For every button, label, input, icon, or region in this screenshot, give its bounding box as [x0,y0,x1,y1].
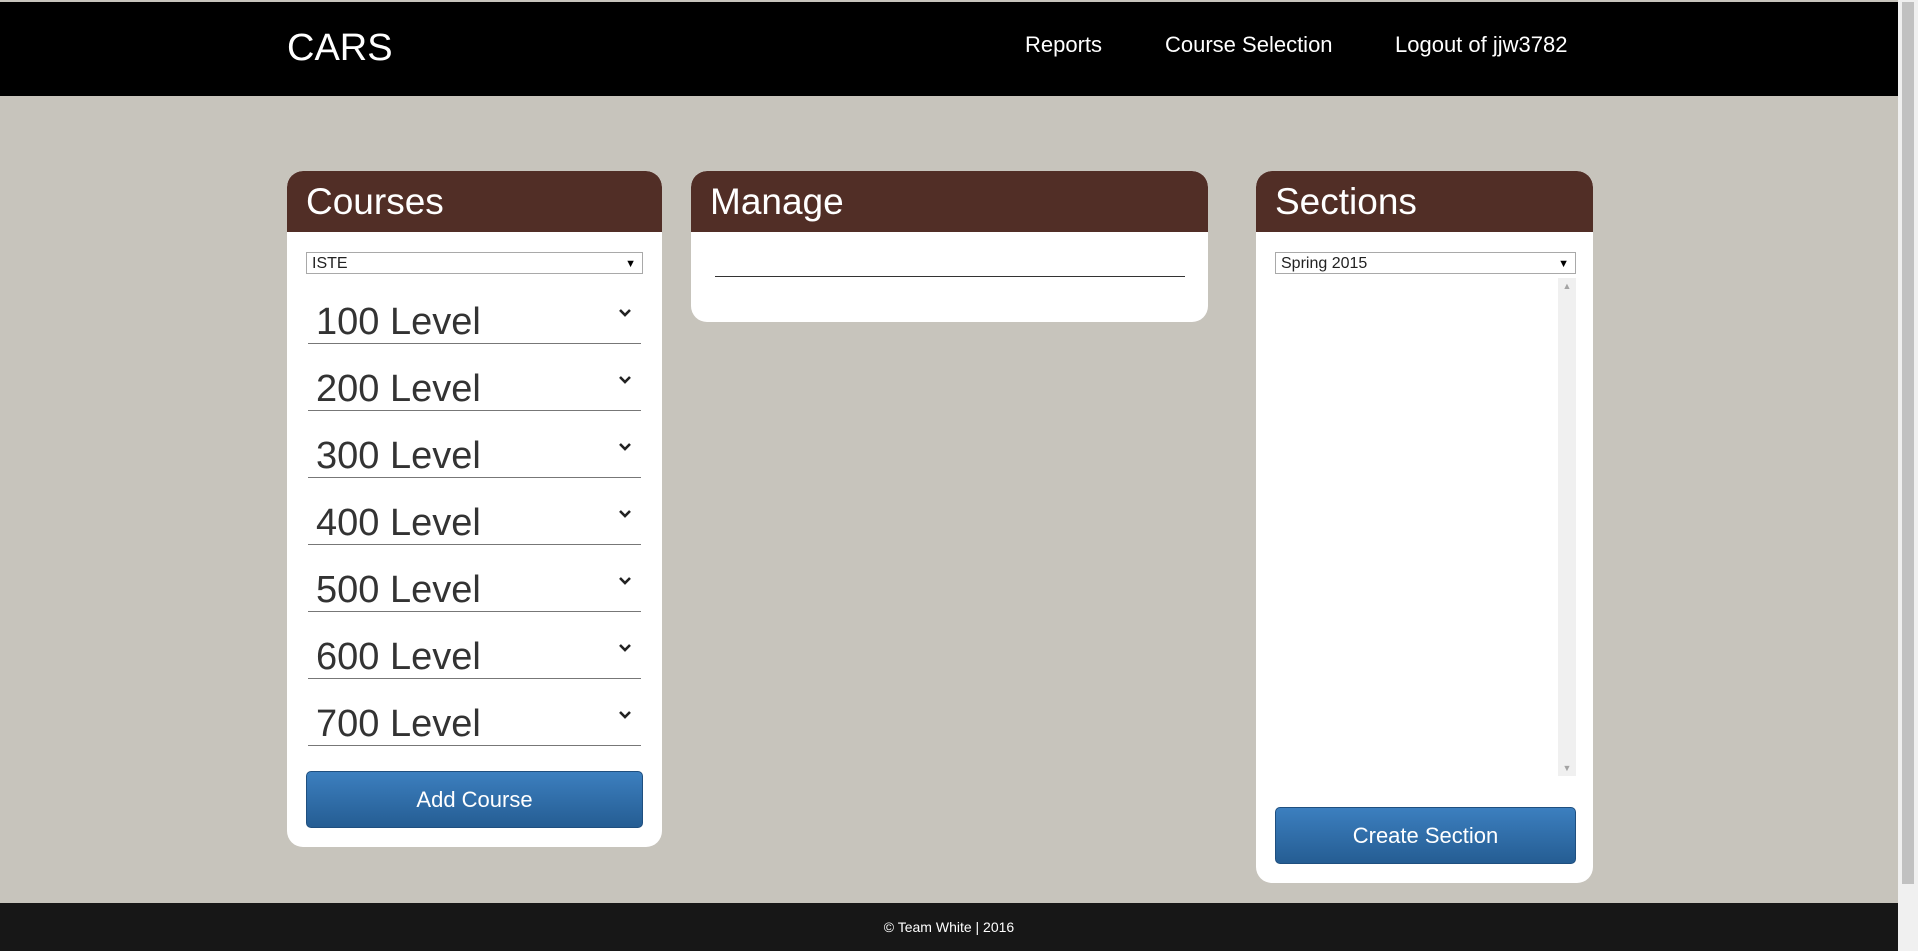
sections-panel-title: Sections [1256,171,1593,232]
term-select[interactable]: Spring 2015 ▼ [1275,252,1576,274]
page-scrollbar-thumb[interactable] [1902,2,1914,884]
course-level-dropdown[interactable]: 300 Level [308,421,641,478]
course-level-label: 700 Level [316,703,481,745]
course-level-label: 600 Level [316,636,481,678]
caret-down-icon: ▼ [625,258,636,270]
course-level-label: 100 Level [316,301,481,343]
courses-panel-title: Courses [287,171,662,232]
chevron-down-icon [619,510,631,518]
course-level-label: 200 Level [316,368,481,410]
department-select[interactable]: ISTE ▼ [306,252,643,274]
page-scrollbar[interactable] [1898,0,1918,951]
footer-text: © Team White | 2016 [883,919,1015,935]
chevron-down-icon [619,376,631,384]
chevron-down-icon [619,711,631,719]
chevron-down-icon [619,577,631,585]
term-select-value: Spring 2015 [1281,255,1368,272]
department-select-value: ISTE [312,255,348,272]
manage-input[interactable] [715,256,1185,277]
brand-logo[interactable]: CARS [287,26,393,70]
manage-panel: Manage [691,171,1208,322]
page-footer: © Team White | 2016 [0,903,1898,951]
add-course-button[interactable]: Add Course [306,771,643,828]
nav-reports-link[interactable]: Reports [1025,31,1102,59]
nav-course-selection-link[interactable]: Course Selection [1165,31,1333,59]
course-level-dropdown[interactable]: 100 Level [308,287,641,344]
course-level-dropdown[interactable]: 200 Level [308,354,641,411]
caret-down-icon: ▼ [1558,258,1569,270]
courses-panel: Courses ISTE ▼ 100 Level 200 Level 300 Lev… [287,171,662,847]
sections-panel: Sections Spring 2015 ▼ ▲ ▼ Create Sectio… [1256,171,1593,883]
nav-logout-link[interactable]: Logout of jjw3782 [1395,31,1567,59]
course-level-dropdown[interactable]: 400 Level [308,488,641,545]
create-section-button[interactable]: Create Section [1275,807,1576,864]
manage-panel-title: Manage [691,171,1208,232]
course-level-label: 500 Level [316,569,481,611]
course-level-dropdown[interactable]: 500 Level [308,555,641,612]
scroll-down-arrow-icon[interactable]: ▼ [1558,760,1576,776]
sections-listbox[interactable]: ▲ ▼ [1275,278,1576,776]
course-level-dropdown[interactable]: 700 Level [308,689,641,746]
course-level-label: 400 Level [316,502,481,544]
course-level-dropdown[interactable]: 600 Level [308,622,641,679]
top-navbar: CARS Reports Course Selection Logout of … [0,2,1898,96]
app-viewport: CARS Reports Course Selection Logout of … [0,0,1898,951]
chevron-down-icon [619,644,631,652]
scroll-up-arrow-icon[interactable]: ▲ [1558,278,1576,294]
chevron-down-icon [619,443,631,451]
course-level-label: 300 Level [316,435,481,477]
sections-listbox-scrollbar[interactable]: ▲ ▼ [1558,278,1576,776]
chevron-down-icon [619,309,631,317]
